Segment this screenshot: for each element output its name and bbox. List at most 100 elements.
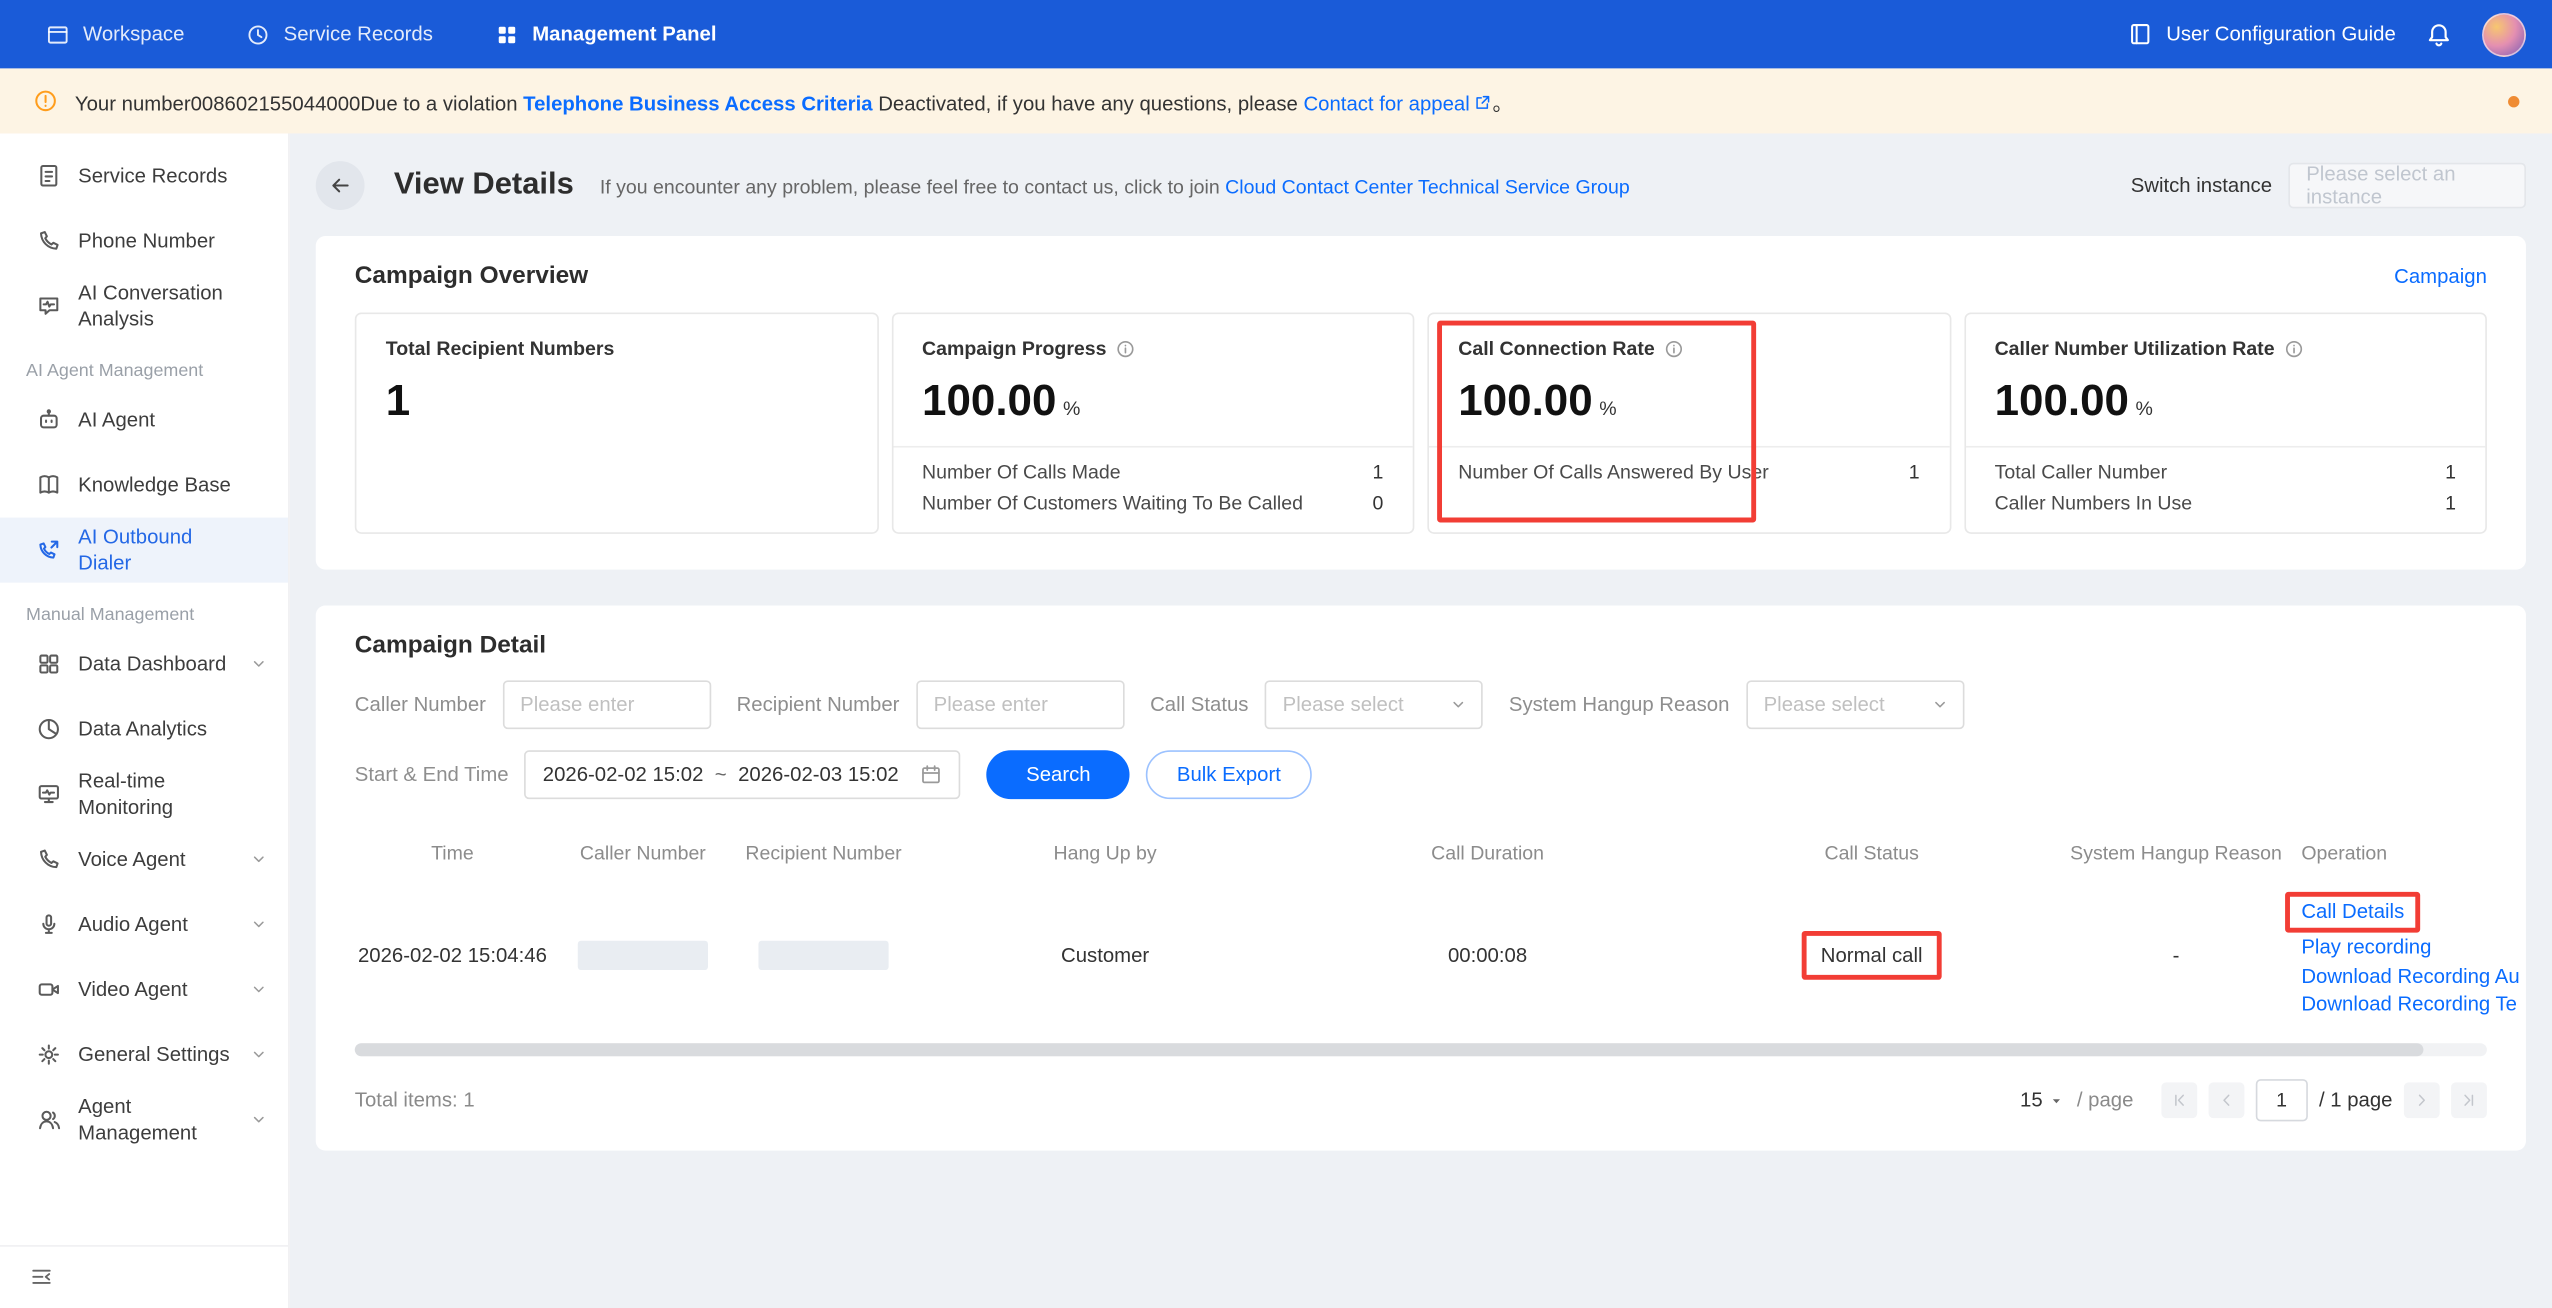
recipient-number-input[interactable] — [916, 680, 1124, 729]
chevron-down-icon — [249, 980, 269, 1000]
cell-hang-up-by: Customer — [911, 944, 1298, 967]
column-header-call-status: Call Status — [1676, 841, 2067, 864]
last-page-icon — [2459, 1090, 2479, 1110]
total-pages-label: / 1 page — [2319, 1089, 2393, 1112]
sidebar-item-label: Real-time Monitoring — [78, 768, 247, 820]
gear-icon — [36, 1042, 62, 1068]
sidebar-item-knowledge-base[interactable]: Knowledge Base — [0, 452, 288, 517]
cell-call-status: Normal call — [1676, 931, 2067, 980]
switch-instance-label: Switch instance — [2131, 174, 2272, 197]
annotation-box-call-status: Normal call — [1801, 931, 1942, 980]
nav-tab-workspace[interactable]: Workspace — [46, 22, 185, 46]
stat-value: 100.00 — [922, 376, 1056, 426]
table-header: Time Caller Number Recipient Number Hang… — [355, 825, 2487, 880]
call-status-value: Normal call — [1821, 944, 1923, 967]
clock-icon — [246, 22, 270, 46]
call-status-placeholder: Please select — [1283, 693, 1404, 716]
campaign-overview-card: Campaign Overview Campaign Total Recipie… — [316, 236, 2526, 570]
sidebar-item-voice-agent[interactable]: Voice Agent — [0, 827, 288, 892]
banner-prefix: Your number008602155044000Due to a viola… — [75, 92, 523, 115]
sidebar-item-label: Service Records — [78, 163, 227, 189]
call-status-select[interactable]: Please select — [1265, 680, 1483, 729]
first-page-icon — [2169, 1090, 2189, 1110]
previous-page-button[interactable] — [2208, 1082, 2244, 1118]
first-page-button[interactable] — [2161, 1082, 2197, 1118]
sidebar-item-video-agent[interactable]: Video Agent — [0, 957, 288, 1022]
sidebar-item-data-analytics[interactable]: Data Analytics — [0, 697, 288, 762]
chevron-down-icon — [1449, 695, 1469, 715]
phone-icon — [36, 228, 62, 254]
column-header-system-hangup-reason: System Hangup Reason — [2067, 841, 2285, 864]
system-hangup-reason-select[interactable]: Please select — [1746, 680, 1964, 729]
per-page-label: / page — [2077, 1089, 2134, 1112]
voice-phone-icon — [36, 846, 62, 872]
info-icon[interactable] — [2283, 338, 2304, 359]
stat-value: 100.00 — [1995, 376, 2129, 426]
collapse-menu-icon — [29, 1265, 53, 1289]
download-recording-text-link[interactable]: Download Recording Te — [2301, 991, 2487, 1019]
chevron-down-icon — [249, 1110, 269, 1130]
external-link-icon — [1473, 92, 1493, 112]
current-page-input[interactable]: 1 — [2255, 1079, 2307, 1121]
sidebar-item-service-records[interactable]: Service Records — [0, 143, 288, 208]
cell-caller-number — [550, 941, 736, 970]
avatar[interactable] — [2482, 12, 2526, 56]
sidebar-item-data-dashboard[interactable]: Data Dashboard — [0, 631, 288, 696]
instance-select-placeholder: Please select an instance — [2306, 163, 2508, 209]
campaign-link[interactable]: Campaign — [2394, 264, 2487, 287]
sidebar-item-general-settings[interactable]: General Settings — [0, 1022, 288, 1087]
info-icon[interactable] — [1663, 338, 1684, 359]
play-recording-link[interactable]: Play recording — [2301, 934, 2487, 962]
banner-collapse-dot[interactable] — [2508, 95, 2519, 106]
search-button[interactable]: Search — [987, 750, 1130, 799]
workspace-icon — [46, 22, 70, 46]
book-icon — [36, 472, 62, 498]
contact-for-appeal-link[interactable]: Contact for appeal — [1303, 92, 1469, 115]
stat-title: Call Connection Rate — [1458, 337, 1654, 360]
next-page-button[interactable] — [2404, 1082, 2440, 1118]
main-content: View Details If you encounter any proble… — [290, 133, 2552, 1308]
analytics-pie-icon — [36, 716, 62, 742]
video-camera-icon — [36, 977, 62, 1003]
sidebar-item-audio-agent[interactable]: Audio Agent — [0, 892, 288, 957]
stat-row-value: 1 — [2445, 492, 2456, 516]
people-icon — [36, 1107, 62, 1133]
filter-row-2: Start & End Time 2026-02-02 15:02 ~ 2026… — [355, 750, 2487, 799]
date-range-start: 2026-02-02 15:02 — [543, 763, 704, 786]
sidebar-item-ai-agent[interactable]: AI Agent — [0, 387, 288, 452]
back-button[interactable] — [316, 161, 365, 210]
date-range-picker[interactable]: 2026-02-02 15:02 ~ 2026-02-03 15:02 — [525, 750, 961, 799]
notification-bell-icon[interactable] — [2425, 20, 2453, 48]
sidebar-item-agent-management[interactable]: Agent Management — [0, 1087, 288, 1152]
stat-row-label: Total Caller Number — [1995, 461, 2168, 485]
call-records-table: Time Caller Number Recipient Number Hang… — [355, 825, 2487, 1121]
date-range-end: 2026-02-03 15:02 — [738, 763, 899, 786]
date-range-separator: ~ — [715, 763, 727, 786]
scrollbar-thumb[interactable] — [355, 1043, 2423, 1056]
nav-tab-management-panel[interactable]: Management Panel — [495, 22, 717, 46]
sidebar-item-real-time-monitoring[interactable]: Real-time Monitoring — [0, 762, 288, 827]
instance-select[interactable]: Please select an instance — [2288, 163, 2526, 209]
last-page-button[interactable] — [2451, 1082, 2487, 1118]
bulk-export-button[interactable]: Bulk Export — [1146, 750, 1312, 799]
download-recording-audio-link[interactable]: Download Recording Au — [2301, 963, 2487, 991]
user-configuration-guide-link[interactable]: User Configuration Guide — [2127, 21, 2396, 47]
stat-total-recipient-numbers: Total Recipient Numbers 1 — [355, 312, 878, 533]
column-header-caller: Caller Number — [550, 841, 736, 864]
horizontal-scrollbar[interactable] — [355, 1043, 2487, 1056]
sidebar-item-phone-number[interactable]: Phone Number — [0, 208, 288, 273]
sidebar-item-ai-outbound-dialer[interactable]: AI Outbound Dialer — [0, 518, 288, 583]
nav-tab-service-records[interactable]: Service Records — [246, 22, 433, 46]
previous-page-icon — [2216, 1090, 2236, 1110]
page-size-select[interactable]: 15 — [2020, 1089, 2065, 1112]
call-details-link[interactable]: Call Details — [2301, 899, 2404, 922]
business-access-criteria-link[interactable]: Telephone Business Access Criteria — [523, 92, 872, 115]
caller-number-input[interactable] — [502, 680, 710, 729]
sidebar-collapse-button[interactable] — [0, 1245, 288, 1308]
banner-middle: Deactivated, if you have any questions, … — [873, 92, 1304, 115]
stat-row-label: Number Of Calls Answered By User — [1458, 461, 1768, 485]
technical-service-group-link[interactable]: Cloud Contact Center Technical Service G… — [1225, 176, 1630, 199]
helper-text: If you encounter any problem, please fee… — [600, 176, 1630, 199]
info-icon[interactable] — [1115, 338, 1136, 359]
sidebar-item-ai-conversation-analysis[interactable]: AI Conversation Analysis — [0, 273, 288, 338]
